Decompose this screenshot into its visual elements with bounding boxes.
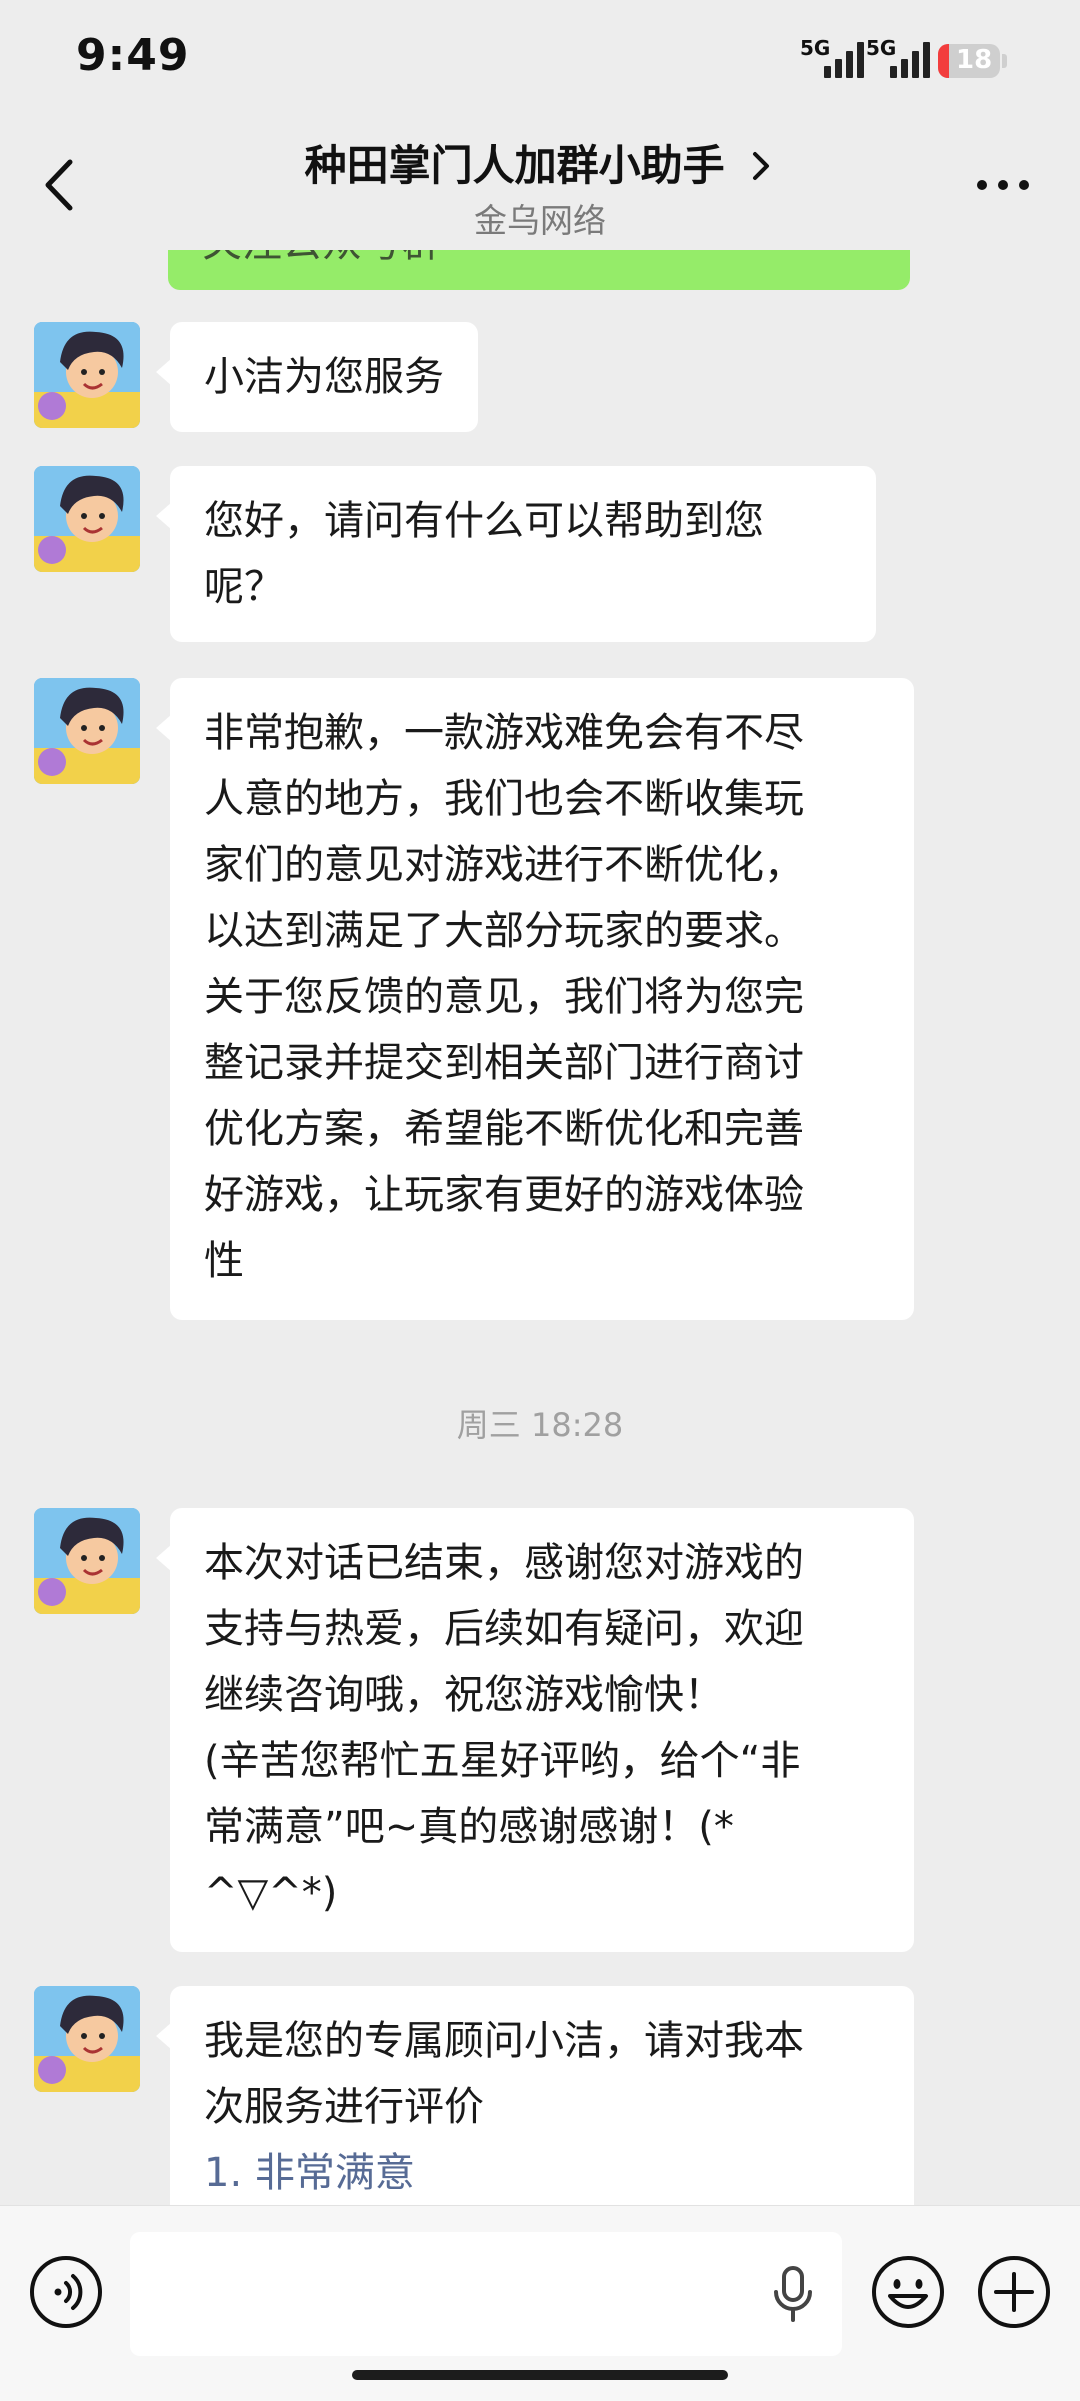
cellular-signal-icon-2: 5G — [866, 36, 936, 84]
battery-level: 18 — [956, 45, 993, 75]
sent-message-text: 关注公众号群 — [202, 250, 442, 268]
chat-subtitle: 金乌网络 — [474, 201, 606, 240]
voice-button[interactable] — [28, 2254, 104, 2330]
avatar[interactable] — [34, 1508, 140, 1614]
chat-message-list[interactable]: 关注公众号群 小洁为您服务 您好，请问有什么可以帮助到您 呢？ 非常抱歉，一款游… — [0, 250, 1080, 2205]
cellular-signal-icon: 5G — [800, 36, 870, 84]
chat-header: 种田掌门人加群小助手 金乌网络 — [0, 120, 1080, 250]
avatar[interactable] — [34, 1986, 140, 2092]
more-button[interactable] — [968, 160, 1038, 210]
plus-icon — [978, 2256, 1050, 2328]
avatar[interactable] — [34, 322, 140, 428]
home-indicator[interactable] — [352, 2370, 728, 2380]
message-bubble[interactable]: 本次对话已结束，感谢您对游戏的 支持与热爱，后续如有疑问，欢迎 继续咨询哦，祝您… — [156, 1508, 914, 1952]
battery-tip — [1002, 54, 1007, 68]
emoji-icon — [872, 2256, 944, 2328]
message-text: 非常抱歉，一款游戏难免会有不尽 人意的地方，我们也会不断收集玩 家们的意见对游戏… — [204, 710, 804, 1284]
mic-icon — [774, 2266, 812, 2322]
message-text: 本次对话已结束，感谢您对游戏的 支持与热爱，后续如有疑问，欢迎 继续咨询哦，祝您… — [204, 1540, 804, 1916]
message-text: 我是您的专属顾问小洁，请对我本 次服务进行评价 — [204, 2018, 804, 2130]
avatar[interactable] — [34, 678, 140, 784]
message-text: 您好，请问有什么可以帮助到您 呢？ — [204, 498, 764, 610]
message-bubble[interactable]: 非常抱歉，一款游戏难免会有不尽 人意的地方，我们也会不断收集玩 家们的意见对游戏… — [156, 678, 914, 1320]
message-timestamp: 周三 18:28 — [456, 1406, 624, 1444]
voice-icon — [30, 2256, 102, 2328]
message-text: 小洁为您服务 — [204, 354, 444, 400]
status-bar: 9:49 5G 5G 18 — [0, 0, 1080, 120]
chat-title-text: 种田掌门人加群小助手 — [304, 141, 725, 190]
status-time: 9:49 — [76, 30, 190, 81]
plus-button[interactable] — [976, 2254, 1052, 2330]
chat-title[interactable]: 种田掌门人加群小助手 — [0, 132, 1080, 193]
emoji-button[interactable] — [870, 2254, 946, 2330]
message-bubble[interactable]: 小洁为您服务 — [156, 322, 478, 432]
avatar[interactable] — [34, 466, 140, 572]
chevron-right-icon — [753, 152, 770, 180]
rating-option-link[interactable]: 1. 非常满意 — [204, 2150, 415, 2196]
message-bubble[interactable]: 我是您的专属顾问小洁，请对我本 次服务进行评价 1. 非常满意 — [156, 1986, 914, 2205]
message-input[interactable] — [130, 2232, 842, 2356]
message-bubble[interactable]: 您好，请问有什么可以帮助到您 呢？ — [156, 466, 876, 642]
sent-message-bubble[interactable]: 关注公众号群 — [168, 250, 910, 290]
battery-icon: 18 — [938, 44, 1000, 78]
more-icon — [977, 180, 1029, 190]
mic-button[interactable] — [770, 2262, 816, 2328]
